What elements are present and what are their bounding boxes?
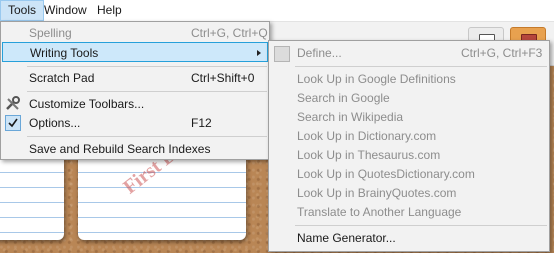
- lookup-brainyquotes-item[interactable]: Look Up in BrainyQuotes.com: [269, 183, 549, 203]
- chevron-right-icon: [257, 50, 261, 56]
- search-wikipedia-label: Search in Wikipedia: [297, 110, 404, 124]
- lookup-thesaurus-item[interactable]: Look Up in Thesaurus.com: [269, 145, 549, 165]
- define-item[interactable]: Define... Ctrl+G, Ctrl+F3: [269, 43, 549, 63]
- customize-toolbars-icon: [5, 96, 21, 112]
- scratch-pad-label: Scratch Pad: [29, 71, 95, 85]
- menu-window[interactable]: Window: [37, 0, 94, 21]
- spelling-shortcut: Ctrl+G, Ctrl+Q: [191, 26, 268, 40]
- writing-tools-submenu: Define... Ctrl+G, Ctrl+F3 Look Up in Goo…: [268, 40, 550, 252]
- save-rebuild-indexes-item[interactable]: Save and Rebuild Search Indexes: [1, 139, 269, 159]
- customize-toolbars-item[interactable]: Customize Toolbars...: [1, 94, 269, 114]
- search-google-item[interactable]: Search in Google: [269, 88, 549, 108]
- customize-toolbars-label: Customize Toolbars...: [29, 97, 145, 111]
- options-check-icon: [5, 115, 21, 131]
- menu-help[interactable]: Help: [90, 0, 129, 21]
- tools-menu: Spelling Ctrl+G, Ctrl+Q Writing Tools Sc…: [0, 21, 270, 160]
- lookup-brainyquotes-label: Look Up in BrainyQuotes.com: [297, 186, 457, 200]
- scratch-pad-shortcut: Ctrl+Shift+0: [191, 71, 255, 85]
- divider: [27, 91, 267, 92]
- lookup-quotesdictionary-item[interactable]: Look Up in QuotesDictionary.com: [269, 164, 549, 184]
- spelling-label: Spelling: [29, 26, 72, 40]
- lookup-google-definitions-item[interactable]: Look Up in Google Definitions: [269, 69, 549, 89]
- define-shortcut: Ctrl+G, Ctrl+F3: [461, 46, 543, 60]
- lookup-dictionary-item[interactable]: Look Up in Dictionary.com: [269, 126, 549, 146]
- divider: [295, 225, 547, 226]
- writing-tools-label: Writing Tools: [30, 46, 99, 60]
- lookup-thesaurus-label: Look Up in Thesaurus.com: [297, 148, 441, 162]
- save-rebuild-label: Save and Rebuild Search Indexes: [29, 142, 211, 156]
- search-wikipedia-item[interactable]: Search in Wikipedia: [269, 107, 549, 127]
- options-item[interactable]: Options... F12: [1, 113, 269, 133]
- lookup-dictionary-label: Look Up in Dictionary.com: [297, 129, 437, 143]
- scratch-pad-item[interactable]: Scratch Pad Ctrl+Shift+0: [1, 68, 269, 88]
- options-shortcut: F12: [191, 116, 212, 130]
- define-icon: [274, 46, 290, 62]
- lookup-google-definitions-label: Look Up in Google Definitions: [297, 72, 456, 86]
- divider: [295, 66, 547, 67]
- define-label: Define...: [297, 46, 342, 60]
- name-generator-label: Name Generator...: [297, 231, 396, 245]
- divider: [27, 66, 267, 67]
- search-google-label: Search in Google: [297, 91, 390, 105]
- lookup-quotesdictionary-label: Look Up in QuotesDictionary.com: [297, 167, 475, 181]
- options-label: Options...: [29, 116, 81, 130]
- writing-tools-item[interactable]: Writing Tools: [2, 42, 268, 62]
- name-generator-item[interactable]: Name Generator...: [269, 228, 549, 248]
- spelling-icon: [6, 25, 22, 41]
- spelling-item[interactable]: Spelling Ctrl+G, Ctrl+Q: [1, 23, 269, 43]
- translate-item[interactable]: Translate to Another Language: [269, 202, 549, 222]
- menu-bar: Tools Window Help: [0, 0, 554, 22]
- divider: [27, 136, 267, 137]
- translate-label: Translate to Another Language: [297, 205, 462, 219]
